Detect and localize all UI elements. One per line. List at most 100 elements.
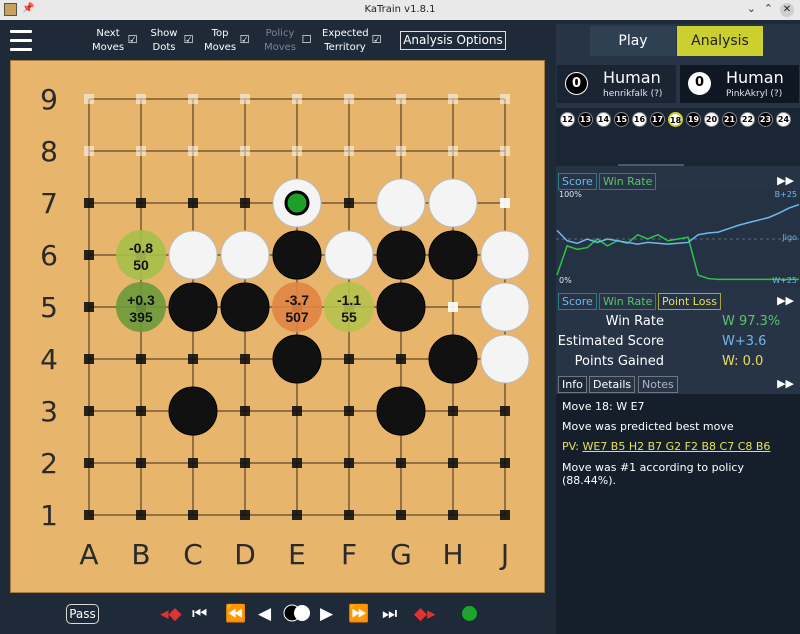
player-info: 0 Human henrikfalk (?) 0 Human PinkAkryl… [556, 63, 800, 105]
graph-tab-score[interactable]: Score [558, 173, 597, 190]
territory-marker [136, 146, 146, 156]
next-mistake-icon[interactable]: ◆▸ [414, 604, 436, 624]
score-line [556, 203, 800, 245]
white-stone [480, 334, 530, 384]
territory-marker [136, 406, 146, 416]
stats-tab-point-loss[interactable]: Point Loss [658, 293, 721, 310]
row-label: 9 [40, 83, 58, 116]
timeline-move[interactable]: 21 [722, 112, 737, 127]
collapse-stats-icon[interactable]: ▶▶ [777, 294, 794, 307]
graph-tab-winrate[interactable]: Win Rate [599, 173, 657, 190]
toggle-policy-moves[interactable]: Policy Moves ☐ [262, 27, 316, 55]
territory-marker [448, 406, 458, 416]
stats-tab-score[interactable]: Score [558, 293, 597, 310]
info-tab-info[interactable]: Info [558, 376, 587, 393]
territory-marker [136, 510, 146, 520]
timeline-move[interactable]: 16 [632, 112, 647, 127]
black-player-box[interactable]: 0 Human henrikfalk (?) [557, 65, 676, 103]
move-timeline[interactable]: 12 13 14 15 16 17 18 19 20 21 22 23 24 [556, 108, 800, 166]
analysis-options-button[interactable]: Analysis Options [400, 31, 506, 50]
tab-analysis[interactable]: Analysis [677, 26, 763, 56]
last-move-icon[interactable]: ⏭ [382, 604, 397, 624]
white-player-box[interactable]: 0 Human PinkAkryl (?) [680, 65, 799, 103]
white-player-name: PinkAkryl (?) [726, 89, 783, 99]
toggle-next-moves-label: Next Moves [92, 28, 125, 53]
info-tab-details[interactable]: Details [589, 376, 636, 393]
timeline-scrollbar[interactable] [618, 164, 684, 166]
first-move-icon[interactable]: ⏮ [192, 604, 207, 624]
toggle-policy-moves-label: Policy Moves [263, 28, 297, 53]
toggle-show-dots[interactable]: Show Dots ☑ [148, 27, 198, 55]
minimize-icon[interactable]: ⌄ [747, 2, 756, 15]
timeline-move[interactable]: 12 [560, 112, 575, 127]
close-icon[interactable]: ✕ [780, 3, 794, 17]
collapse-info-icon[interactable]: ▶▶ [777, 377, 794, 390]
collapse-graph-icon[interactable]: ▶▶ [777, 174, 794, 187]
territory-marker [240, 354, 250, 364]
black-stone [428, 230, 478, 280]
maximize-icon[interactable]: ⌃ [764, 2, 773, 15]
territory-marker [396, 458, 406, 468]
territory-marker [84, 94, 94, 104]
toggle-expected-territory[interactable]: Expected Territory ☑ [322, 27, 386, 55]
territory-marker [240, 198, 250, 208]
row-label: 1 [40, 499, 58, 532]
candidate-visits-text: 507 [285, 309, 309, 325]
stats-tab-winrate[interactable]: Win Rate [599, 293, 657, 310]
tab-play[interactable]: Play [590, 26, 676, 56]
territory-marker [136, 94, 146, 104]
score-graph[interactable]: 100% 0% B+25 Jigo W+25 [556, 190, 800, 288]
timeline-move[interactable]: 15 [614, 112, 629, 127]
timeline-move[interactable]: 14 [596, 112, 611, 127]
go-board[interactable]: -0.8 50 +0.3 395 -3.7 507 -1.1 55 A B C D E F G H J 9 8 7 6 5… [10, 60, 545, 593]
expected-territory-checkbox-icon[interactable]: ☑ [371, 34, 382, 45]
back-one-icon[interactable]: ◀ [258, 604, 271, 624]
timeline-move[interactable]: 13 [578, 112, 593, 127]
next-moves-checkbox-icon[interactable]: ☑ [127, 34, 138, 45]
territory-marker [188, 510, 198, 520]
column-label: B [131, 538, 150, 571]
territory-marker [448, 94, 458, 104]
info-tab-notes[interactable]: Notes [638, 376, 678, 393]
pass-button[interactable]: Pass [66, 604, 99, 624]
black-player-name: henrikfalk (?) [603, 89, 663, 99]
top-moves-checkbox-icon[interactable]: ☑ [239, 34, 250, 45]
territory-marker [396, 354, 406, 364]
score-graph-canvas[interactable] [556, 190, 800, 288]
forward-ten-icon[interactable]: ⏩ [348, 604, 369, 624]
territory-marker [188, 458, 198, 468]
title-bar: 📌 KaTrain v1.8.1 ⌄ ⌃ ✕ [0, 0, 800, 20]
black-stone [220, 282, 270, 332]
territory-marker [292, 406, 302, 416]
timeline-move[interactable]: 22 [740, 112, 755, 127]
forward-one-icon[interactable]: ▶ [320, 604, 333, 624]
territory-marker [344, 406, 354, 416]
timeline-move[interactable]: 23 [758, 112, 773, 127]
prev-mistake-icon[interactable]: ◂◆ [160, 604, 182, 624]
back-ten-icon[interactable]: ⏪ [225, 604, 246, 624]
timeline-move[interactable]: 24 [776, 112, 791, 127]
go-board-canvas[interactable]: -0.850 +0.3395 -3.7507 -1.155 A B C D E F G H J 9 8 7 6 5… [11, 61, 546, 594]
toggle-next-moves[interactable]: Next Moves ☑ [92, 27, 142, 55]
territory-marker [240, 146, 250, 156]
graph-label-bottom-left: 0% [559, 276, 572, 285]
timeline-move[interactable]: 17 [650, 112, 665, 127]
timeline-move[interactable]: 19 [686, 112, 701, 127]
row-label: 2 [40, 447, 58, 480]
column-label: F [341, 538, 357, 571]
territory-marker [240, 406, 250, 416]
stat-label: Win Rate [605, 314, 664, 329]
policy-moves-checkbox-icon[interactable]: ☐ [301, 34, 312, 45]
pv-moves-link[interactable]: WE7 B5 H2 B7 G2 F2 B8 C7 C8 B6 [582, 440, 770, 453]
show-dots-checkbox-icon[interactable]: ☑ [183, 34, 194, 45]
toggle-top-moves[interactable]: Top Moves ☑ [204, 27, 254, 55]
stat-label: Estimated Score [557, 334, 664, 349]
territory-marker [344, 94, 354, 104]
timeline-move[interactable]: 18 [668, 112, 683, 127]
territory-marker [84, 302, 94, 312]
hamburger-menu-icon[interactable] [10, 30, 32, 57]
candidate-visits-text: 55 [341, 309, 357, 325]
timeline-move[interactable]: 20 [704, 112, 719, 127]
territory-marker [136, 198, 146, 208]
toggle-top-moves-label: Top Moves [204, 28, 237, 53]
